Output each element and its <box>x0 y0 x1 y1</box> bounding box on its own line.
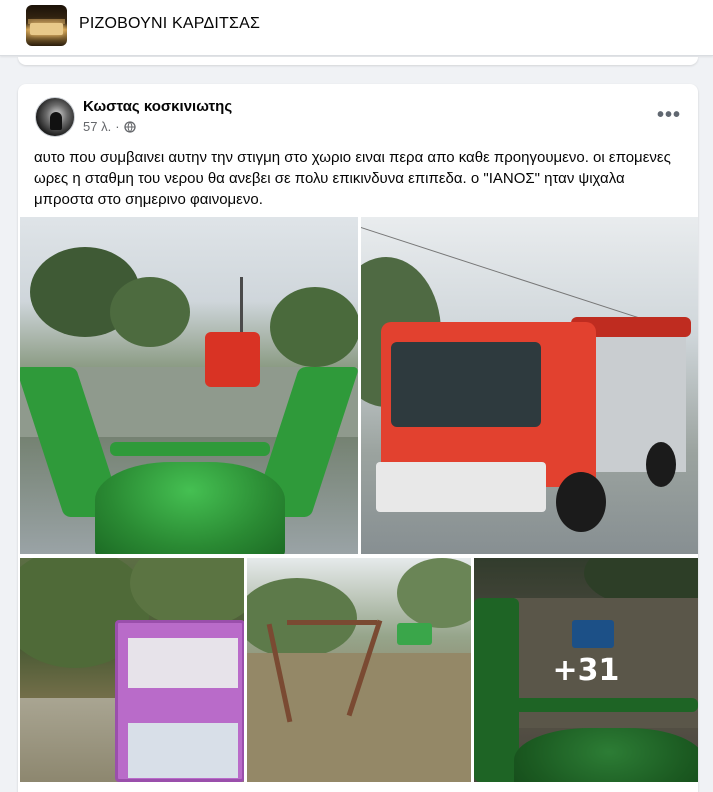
group-avatar[interactable] <box>26 5 67 46</box>
author-name[interactable]: Κωστας κοσκινιωτης <box>83 98 232 115</box>
more-photos-overlay[interactable]: +31 <box>474 558 698 782</box>
post-photo-2[interactable] <box>361 217 698 554</box>
globe-icon[interactable] <box>123 120 136 133</box>
previous-post-edge <box>18 57 698 65</box>
meta-separator: · <box>115 119 120 134</box>
more-photos-count: +31 <box>552 652 620 688</box>
post-card: Κωστας κοσκινιωτης 57 λ. · ••• αυτο που … <box>18 84 698 792</box>
author-avatar[interactable] <box>35 97 75 137</box>
post-photo-3[interactable] <box>20 558 244 782</box>
group-title[interactable]: ΡΙΖΟΒΟΥΝΙ ΚΑΡΔΙΤΣΑΣ <box>79 15 260 33</box>
post-time[interactable]: 57 λ. <box>83 119 111 134</box>
post-meta: 57 λ. · <box>83 119 136 134</box>
post-photo-4[interactable] <box>247 558 471 782</box>
group-header: ΡΙΖΟΒΟΥΝΙ ΚΑΡΔΙΤΣΑΣ <box>0 0 713 56</box>
more-horizontal-icon[interactable]: ••• <box>657 104 680 126</box>
post-photo-1[interactable] <box>20 217 358 554</box>
post-text: αυτο που συμβαινει αυτην την στιγμη στο … <box>34 149 671 208</box>
